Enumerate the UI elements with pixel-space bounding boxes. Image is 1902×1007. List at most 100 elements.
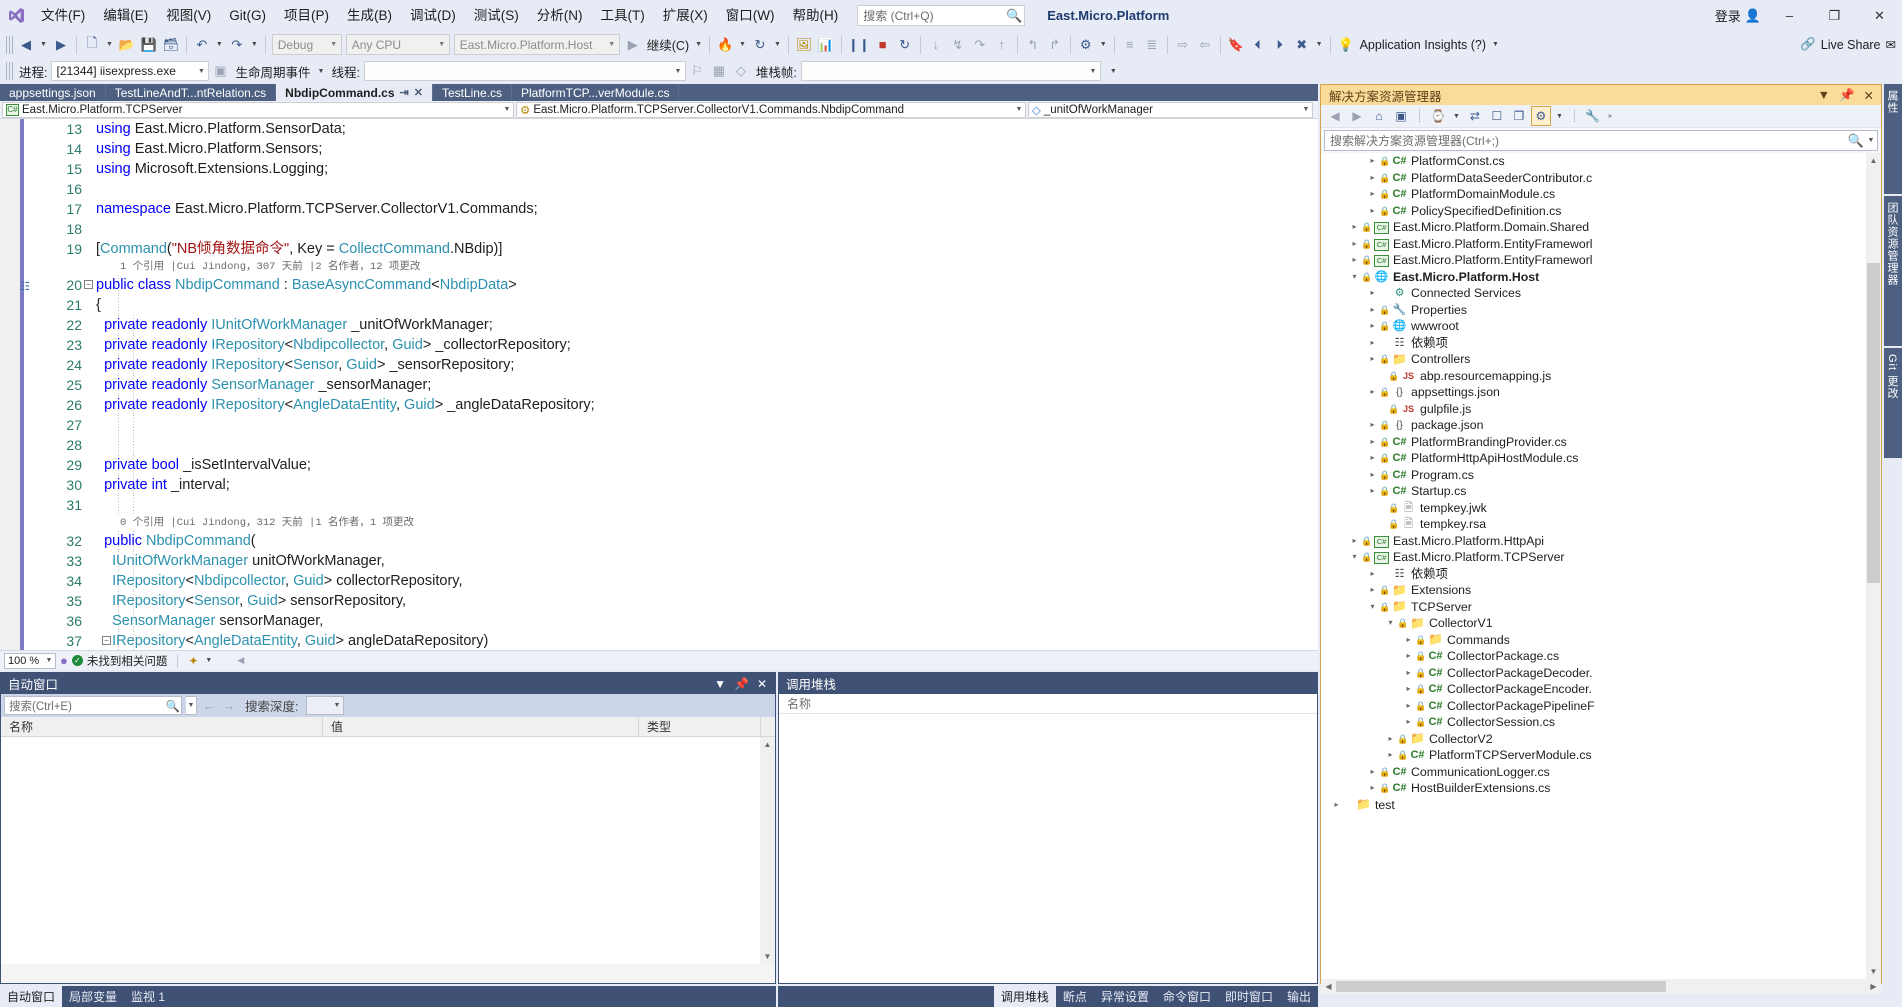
start-debug-icon[interactable]: ▶ — [622, 34, 644, 56]
step-into-icon[interactable]: ↯ — [947, 34, 969, 56]
step-out-icon[interactable]: ↑ — [991, 34, 1013, 56]
chevron-right-icon[interactable]: ▸ — [1384, 731, 1397, 748]
code-line[interactable]: 31 — [0, 495, 1318, 515]
zoom-level-combo[interactable]: 100 % ▼ — [4, 652, 56, 669]
solution-explorer-item[interactable]: ▸ 🔒 C# East.Micro.Platform.EntityFrameworl — [1321, 252, 1881, 269]
bookmark-dropdown-icon[interactable]: ▼ — [1313, 41, 1326, 48]
autos-vertical-scrollbar[interactable]: ▲ ▼ — [760, 737, 775, 964]
solution-explorer-item[interactable]: ▸ 🔒 C# HostBuilderExtensions.cs — [1321, 780, 1881, 797]
bottom-tab-immediate-window[interactable]: 即时窗口 — [1218, 986, 1280, 1007]
diagnostic-tools-icon[interactable]: 📊 — [815, 34, 837, 56]
restart-icon[interactable]: ↻ — [749, 34, 771, 56]
close-button[interactable]: ✕ — [1857, 0, 1902, 31]
scroll-down-icon[interactable]: ▼ — [760, 949, 775, 964]
solution-explorer-item[interactable]: ▸ 🔒 C# East.Micro.Platform.EntityFrameworl — [1321, 236, 1881, 253]
chevron-right-icon[interactable]: ▸ — [1366, 764, 1379, 781]
scroll-thumb[interactable] — [1867, 263, 1880, 583]
navigate-forward-icon[interactable]: ▶ — [50, 34, 72, 56]
solution-explorer-item[interactable]: ▸ 🔒 C# CollectorPackageDecoder. — [1321, 665, 1881, 682]
code-text[interactable]: SensorManager sensorManager, — [96, 611, 323, 631]
autos-column-value[interactable]: 值 — [323, 716, 639, 737]
history-icon[interactable]: ⌚ — [1428, 106, 1448, 126]
code-line[interactable]: 15 using Microsoft.Extensions.Logging; — [0, 159, 1318, 179]
sync-with-active-document-icon[interactable]: ⇄ — [1465, 106, 1485, 126]
menu-test[interactable]: 测试(S) — [465, 3, 528, 29]
code-line[interactable]: 18 — [0, 219, 1318, 239]
code-line[interactable]: 13 using East.Micro.Platform.SensorData; — [0, 119, 1318, 139]
menu-edit[interactable]: 编辑(E) — [94, 3, 157, 29]
pin-tab-icon[interactable]: ⇥ — [400, 86, 409, 99]
code-line[interactable]: 21 { — [0, 295, 1318, 315]
chevron-right-icon[interactable]: ▸ — [1366, 351, 1379, 368]
chevron-right-icon[interactable]: ▸ — [1366, 186, 1379, 203]
toolbar-overflow-icon[interactable]: ▼ — [1107, 68, 1120, 75]
codelens-row[interactable]: 0 个引用 |Cui Jindong，312 天前 |1 名作者，1 项更改 — [0, 515, 1318, 531]
menu-analyze[interactable]: 分析(N) — [528, 3, 592, 29]
navbar-type-combo[interactable]: ⚙ East.Micro.Platform.TCPServer.Collecto… — [516, 101, 1026, 118]
chevron-right-icon[interactable]: ▸ — [1366, 780, 1379, 797]
code-line[interactable]: ☷ 20− public class NbdipCommand : BaseAsyn… — [0, 275, 1318, 295]
menu-git[interactable]: Git(G) — [220, 3, 275, 29]
code-line[interactable]: 26 private readonly IRepository<AngleDat… — [0, 395, 1318, 415]
menu-view[interactable]: 视图(V) — [157, 3, 220, 29]
autos-column-type[interactable]: 类型 — [639, 716, 761, 737]
bottom-tab-autos[interactable]: 自动窗口 — [0, 986, 63, 1007]
hot-reload-dropdown-icon[interactable]: ▼ — [736, 41, 749, 48]
chevron-right-icon[interactable]: ▸ — [1366, 434, 1379, 451]
stop-debugging-icon[interactable]: ■ — [872, 34, 894, 56]
pin-panel-icon[interactable]: 📌 — [734, 677, 749, 691]
solution-explorer-item[interactable]: ▸ ⚙ Connected Services — [1321, 285, 1881, 302]
scroll-up-icon[interactable]: ▲ — [1866, 153, 1881, 168]
menu-extensions[interactable]: 扩展(X) — [654, 3, 717, 29]
chevron-right-icon[interactable]: ▸ — [1366, 483, 1379, 500]
solution-explorer-item[interactable]: ▸ ☷ 依赖项 — [1321, 335, 1881, 352]
code-line[interactable]: 22 private readonly IUnitOfWorkManager _… — [0, 315, 1318, 335]
codelens-row[interactable]: 1 个引用 |Cui Jindong，307 天前 |2 名作者，12 项更改 — [0, 259, 1318, 275]
navbar-member-combo[interactable]: ◇ _unitOfWorkManager ▼ — [1028, 101, 1313, 118]
autos-grid-body[interactable]: ▲ ▼ — [1, 737, 775, 964]
codelens-text[interactable]: 1 个引用 |Cui Jindong，307 天前 |2 名作者，12 项更改 — [120, 259, 420, 275]
show-next-statement-icon[interactable]: ↓ — [925, 34, 947, 56]
panel-menu-icon[interactable]: ▼ — [1818, 88, 1830, 102]
menu-tools[interactable]: 工具(T) — [592, 3, 654, 29]
vertical-tab-properties[interactable]: 属性 — [1884, 84, 1902, 194]
code-line[interactable]: 24 private readonly IRepository<Sensor, … — [0, 355, 1318, 375]
bottom-tab-callstack[interactable]: 调用堆栈 — [993, 986, 1056, 1007]
autos-search-input[interactable]: 搜索(Ctrl+E) 🔍 — [4, 696, 182, 715]
code-text[interactable]: [Command("NB倾角数据命令", Key = CollectComman… — [96, 239, 502, 259]
code-text[interactable]: using East.Micro.Platform.SensorData; — [96, 119, 346, 139]
toggle-bookmark-icon[interactable]: 🔖 — [1225, 34, 1247, 56]
restore-button[interactable]: ❐ — [1812, 0, 1857, 31]
code-line[interactable]: 19 [Command("NB倾角数据命令", Key = CollectComm… — [0, 239, 1318, 259]
menu-debug[interactable]: 调试(D) — [401, 3, 465, 29]
app-insights-label[interactable]: Application Insights (?) — [1357, 38, 1489, 52]
break-all-icon[interactable]: ❙❙ — [846, 34, 872, 56]
chevron-right-icon[interactable]: ▸ — [1366, 203, 1379, 220]
chevron-right-icon[interactable]: ▸ — [1402, 714, 1415, 731]
feedback-icon[interactable]: ✉ — [1886, 37, 1896, 52]
chevron-right-icon[interactable]: ▸ — [1402, 632, 1415, 649]
new-dropdown-icon[interactable]: ▼ — [103, 41, 116, 48]
chevron-down-icon[interactable]: ▾ — [1348, 269, 1361, 286]
collapse-all-icon[interactable]: ☐ — [1487, 106, 1507, 126]
callstack-grid-body[interactable] — [779, 714, 1317, 982]
solution-explorer-item[interactable]: ▸ 🔒 C# Startup.cs — [1321, 483, 1881, 500]
redo-icon[interactable]: ↷ — [226, 34, 248, 56]
solution-explorer-item[interactable]: ▸ 🔒 C# CollectorPackage.cs — [1321, 648, 1881, 665]
chevron-right-icon[interactable]: ▸ — [1348, 236, 1361, 253]
navigate-forward-icon[interactable]: ▶ — [1347, 106, 1367, 126]
bottom-tab-locals[interactable]: 局部变量 — [62, 986, 124, 1007]
document-tab[interactable]: PlatformTCP...verModule.cs — [511, 84, 680, 101]
code-line[interactable]: 23 private readonly IRepository<Nbdipcol… — [0, 335, 1318, 355]
chevron-right-icon[interactable]: ▸ — [1366, 582, 1379, 599]
solution-explorer-item[interactable]: ▸ 🔒 📁 Commands — [1321, 632, 1881, 649]
menu-help[interactable]: 帮助(H) — [783, 3, 847, 29]
startup-project-combo[interactable]: East.Micro.Platform.Host ▼ — [453, 34, 620, 55]
increase-indent-icon[interactable]: ⇨ — [1172, 34, 1194, 56]
redo-dropdown-icon[interactable]: ▼ — [248, 41, 261, 48]
solution-explorer-item[interactable]: ▸ 🔒 C# PlatformConst.cs — [1321, 153, 1881, 170]
code-text[interactable]: IRepository<AngleDataEntity, Guid> angle… — [96, 631, 488, 650]
chevron-right-icon[interactable]: ▸ — [1366, 153, 1379, 170]
code-line[interactable]: 29 private bool _isSetIntervalValue; — [0, 455, 1318, 475]
scroll-thumb[interactable] — [1336, 981, 1666, 992]
